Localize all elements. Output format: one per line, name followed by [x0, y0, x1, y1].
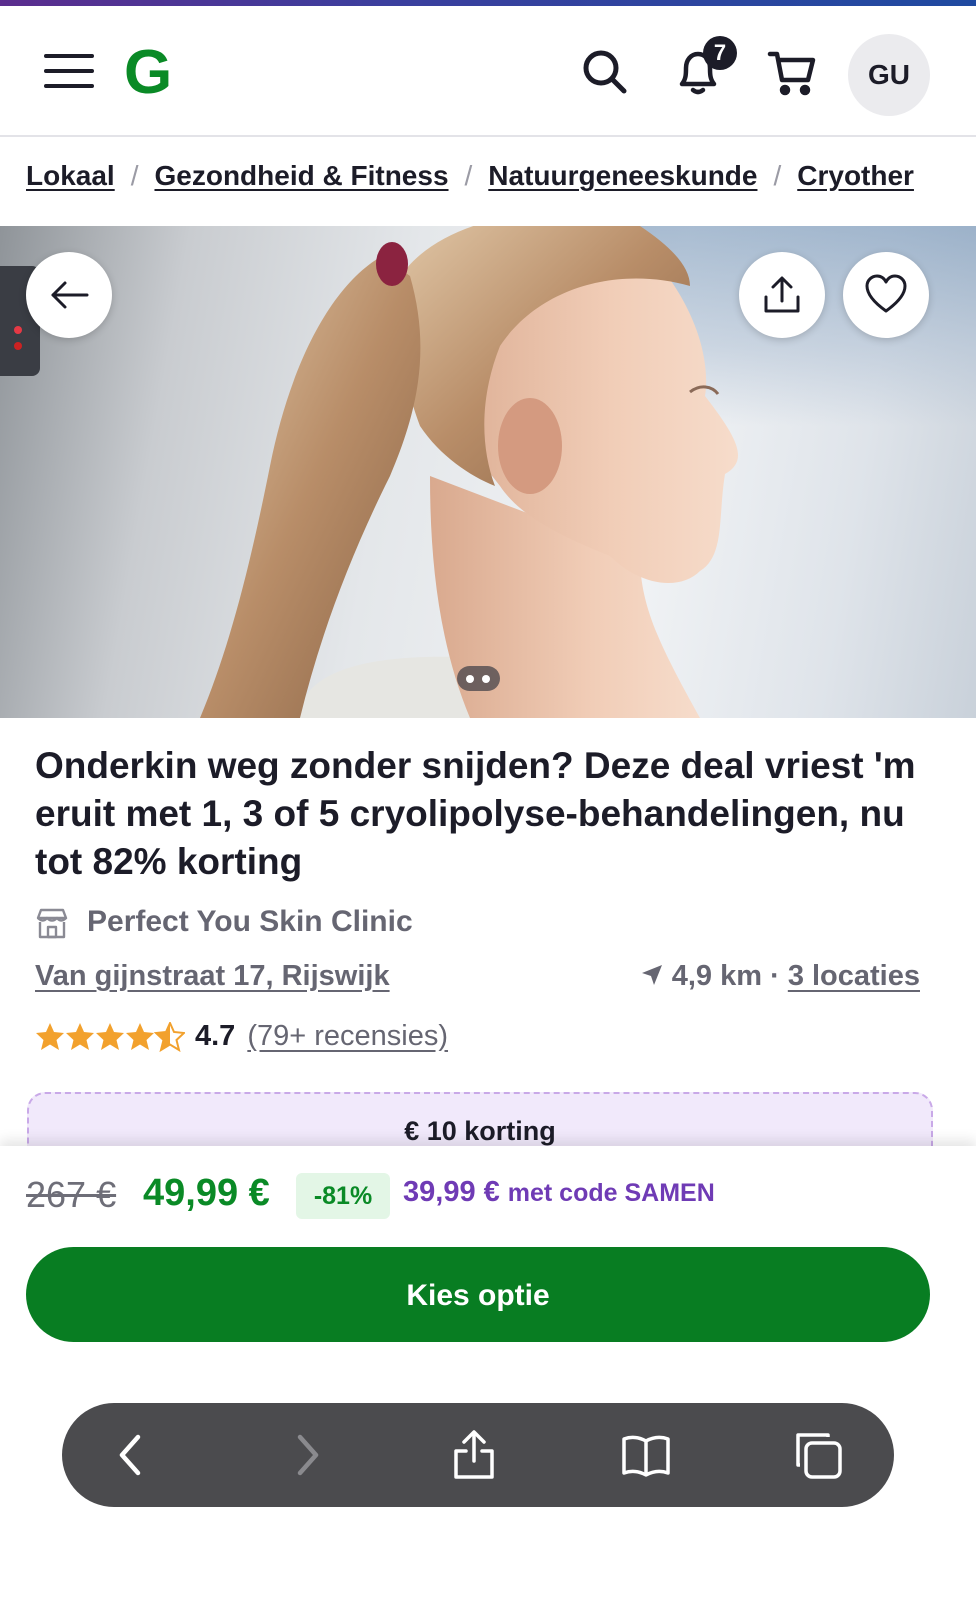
woman-profile-photo [200, 226, 738, 718]
promo-banner[interactable]: € 10 korting [27, 1092, 933, 1154]
promo-code-price: 39,99 € met code SAMEN [403, 1176, 715, 1209]
share-icon [764, 276, 800, 313]
chevron-right-icon[interactable] [280, 1429, 332, 1481]
breadcrumb-item-lokaal[interactable]: Lokaal [26, 160, 115, 191]
breadcrumb-separator: / [773, 160, 782, 191]
rating-row: 4.7 (79+ recensies) [35, 1018, 448, 1054]
search-icon[interactable] [580, 46, 632, 98]
deal-title: Onderkin weg zonder snijden? Deze deal v… [35, 745, 916, 882]
breadcrumb-separator: / [130, 160, 139, 191]
image-pagination-dots[interactable] [457, 666, 500, 691]
breadcrumb: Lokaal / Gezondheid & Fitness / Natuurgenees… [26, 160, 976, 200]
merchant-address-link[interactable]: Van gijnstraat 17, Rijswijk [35, 960, 390, 993]
share-icon[interactable] [448, 1429, 500, 1481]
cart-icon[interactable] [766, 46, 818, 98]
choose-option-button[interactable]: Kies optie [26, 1247, 930, 1342]
distance-info: 4,9 km · 3 locaties [640, 960, 920, 993]
reviews-link[interactable]: (79+ recensies) [247, 1020, 448, 1052]
code-price-value: 39,99 € [403, 1176, 500, 1208]
tabs-icon[interactable] [792, 1429, 844, 1481]
deal-price: 49,99 € [143, 1172, 270, 1214]
arrow-left-icon [51, 281, 89, 309]
browser-toolbar [62, 1403, 894, 1507]
original-price: 267 € [26, 1174, 117, 1215]
breadcrumb-item-gezondheid-fitness[interactable]: Gezondheid & Fitness [154, 160, 448, 191]
heart-icon [865, 274, 907, 313]
back-button[interactable] [26, 252, 112, 338]
deal-image[interactable] [0, 226, 976, 718]
book-icon[interactable] [620, 1429, 672, 1481]
breadcrumb-item-cryotherapie[interactable]: Cryother [797, 160, 914, 191]
groupon-logo[interactable]: G [124, 41, 184, 105]
discount-badge: -81% [296, 1173, 390, 1219]
distance-separator: · [770, 960, 780, 992]
favorite-button[interactable] [843, 252, 929, 338]
store-icon [36, 908, 68, 939]
distance-value: 4,9 km [671, 960, 763, 992]
merchant-row[interactable]: Perfect You Skin Clinic [35, 902, 413, 942]
breadcrumb-separator: / [464, 160, 473, 191]
rating-stars-icon [36, 1022, 185, 1052]
avatar[interactable]: GU [848, 34, 930, 116]
share-deal-button[interactable] [739, 252, 825, 338]
site-header: G 7 GU [0, 6, 976, 137]
breadcrumb-item-natuurgeneeskunde[interactable]: Natuurgeneeskunde [488, 160, 757, 191]
locations-link[interactable]: 3 locaties [788, 960, 920, 992]
menu-icon[interactable] [44, 54, 94, 94]
code-price-text: met code SAMEN [507, 1179, 715, 1207]
chevron-left-icon[interactable] [106, 1429, 158, 1481]
merchant-name: Perfect You Skin Clinic [87, 905, 413, 938]
rating-value: 4.7 [195, 1020, 236, 1052]
notification-badge: 7 [703, 36, 737, 70]
location-arrow-icon [641, 965, 662, 985]
